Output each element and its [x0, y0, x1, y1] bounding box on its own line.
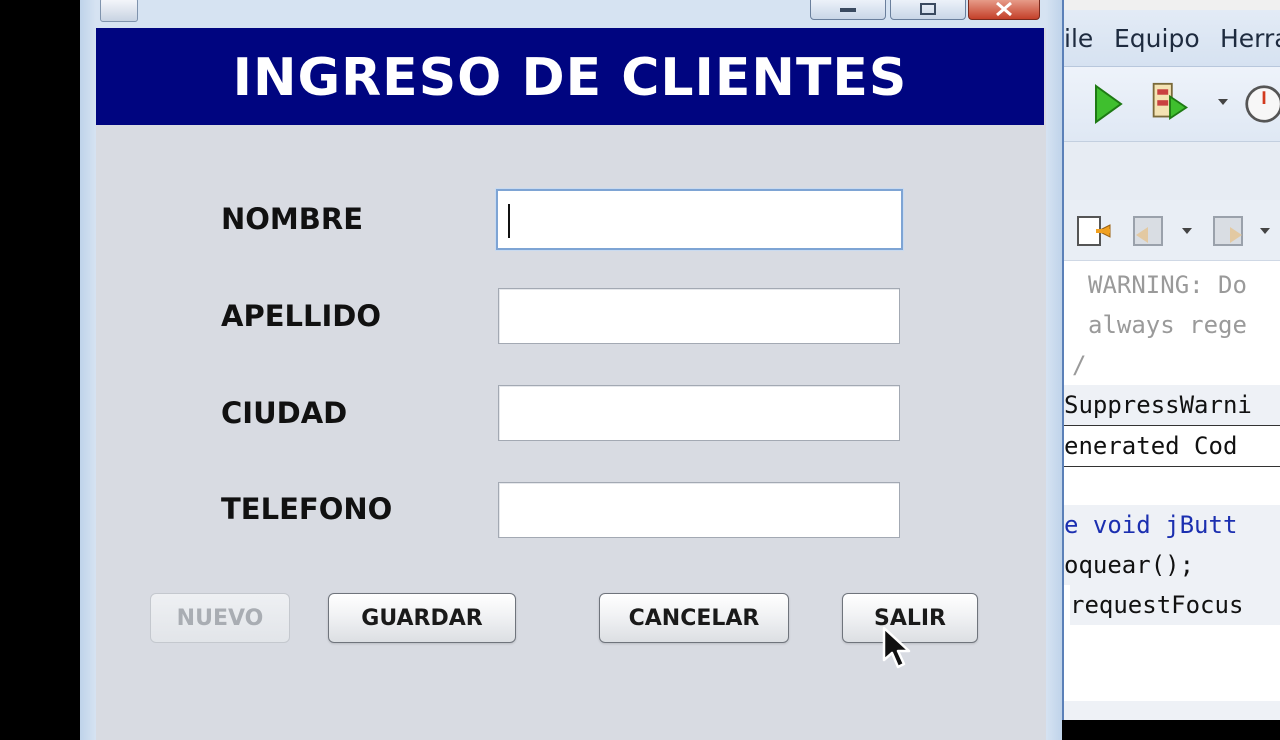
minimize-icon: [840, 8, 856, 12]
nombre-label: NOMBRE: [221, 202, 364, 236]
back-source-icon[interactable]: [1074, 208, 1114, 254]
minimize-button[interactable]: [810, 0, 886, 20]
telefono-input[interactable]: [498, 482, 900, 538]
ide-menu-equipo[interactable]: Equipo: [1114, 24, 1200, 53]
guardar-button[interactable]: GUARDAR: [328, 593, 516, 643]
code-line: requestFocus: [1070, 585, 1280, 625]
code-line: e void jButt: [1064, 505, 1280, 545]
dialog-titlebar[interactable]: [80, 0, 1062, 28]
ide-background-window: ile Equipo Herra: [1062, 0, 1280, 720]
code-line: [1064, 701, 1280, 720]
apellido-label: APELLIDO: [221, 299, 381, 333]
ide-code-editor[interactable]: WARNING: Do always rege / SuppressWarni …: [1064, 261, 1280, 720]
code-line: SuppressWarni: [1064, 385, 1280, 425]
nuevo-button[interactable]: NUEVO: [150, 593, 290, 643]
ide-tab-strip: [1064, 142, 1280, 201]
chevron-down-icon[interactable]: [1260, 228, 1270, 234]
ciudad-label: CIUDAD: [221, 396, 348, 430]
code-line-text: e void jButt: [1064, 511, 1238, 539]
header-banner: INGRESO DE CLIENTES: [96, 28, 1044, 125]
java-app-icon[interactable]: [100, 0, 138, 22]
chevron-down-icon[interactable]: [1182, 228, 1192, 234]
profile-clock-icon[interactable]: [1244, 81, 1280, 127]
chevron-down-icon[interactable]: [1218, 99, 1228, 105]
code-line: /: [1072, 351, 1087, 379]
ide-output-toolbar: [1064, 200, 1280, 261]
ide-toolbar: [1064, 67, 1280, 142]
ciudad-input[interactable]: [498, 385, 900, 441]
clientes-dialog-window: INGRESO DE CLIENTES NOMBRE APELLIDO CIUD…: [80, 0, 1062, 740]
code-line: enerated Cod: [1064, 425, 1280, 467]
ide-menu-herramientas[interactable]: Herra: [1220, 24, 1280, 53]
ide-menu-archivo[interactable]: ile: [1064, 24, 1093, 53]
maximize-button[interactable]: [890, 0, 966, 20]
apellido-input[interactable]: [498, 288, 900, 344]
mouse-pointer-icon: [882, 626, 911, 669]
history-back-icon[interactable]: [1130, 208, 1170, 254]
text-caret: [508, 204, 510, 238]
close-button[interactable]: [968, 0, 1040, 20]
debug-project-icon[interactable]: [1150, 79, 1190, 125]
close-icon: [996, 1, 1012, 17]
cancelar-button[interactable]: CANCELAR: [599, 593, 789, 643]
ide-menubar: ile Equipo Herra: [1064, 10, 1280, 67]
history-forward-icon[interactable]: [1208, 208, 1248, 254]
run-icon[interactable]: [1088, 81, 1128, 127]
maximize-icon: [920, 3, 936, 15]
code-line: WARNING: Do: [1088, 271, 1247, 299]
code-line: always rege: [1088, 311, 1247, 339]
page-title: INGRESO DE CLIENTES: [232, 47, 908, 108]
nombre-input[interactable]: [496, 189, 903, 250]
telefono-label: TELEFONO: [221, 492, 393, 526]
code-line: oquear();: [1064, 545, 1280, 585]
